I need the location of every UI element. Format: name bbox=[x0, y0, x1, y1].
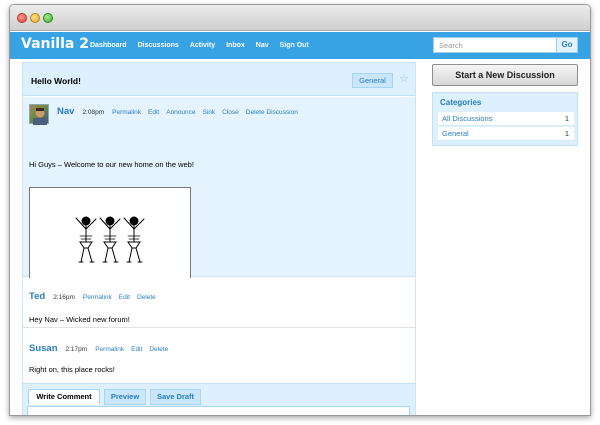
permalink-link[interactable]: Permalink bbox=[112, 109, 141, 116]
announce-link[interactable]: Announce bbox=[166, 109, 195, 116]
nav-dashboard[interactable]: Dashboard bbox=[90, 42, 127, 49]
delete-link[interactable]: Delete bbox=[149, 346, 168, 353]
post-body: Hi Guys – Welcome to our new home on the… bbox=[29, 160, 194, 169]
edit-link[interactable]: Edit bbox=[148, 109, 159, 116]
comment-time: 2:16pm bbox=[53, 294, 75, 301]
comment-item: Susan 2:17pm Permalink Edit Delete Right… bbox=[23, 329, 415, 381]
search-input[interactable]: Search bbox=[433, 37, 557, 53]
post-meta: Nav 2:08pm Permalink Edit Announce Sink … bbox=[57, 106, 305, 117]
main-nav: Dashboard Discussions Activity Inbox Nav… bbox=[90, 42, 320, 49]
window-titlebar bbox=[10, 5, 590, 31]
categories-box: Categories All Discussions 1 General 1 bbox=[432, 92, 578, 146]
comment-body: Right on, this place rocks! bbox=[29, 365, 115, 374]
edit-link[interactable]: Edit bbox=[119, 294, 130, 301]
nav-nav[interactable]: Nav bbox=[256, 42, 269, 49]
search-go-button[interactable]: Go bbox=[556, 37, 578, 53]
permalink-link[interactable]: Permalink bbox=[95, 346, 124, 353]
nav-inbox[interactable]: Inbox bbox=[226, 42, 245, 49]
sink-link[interactable]: Sink bbox=[203, 109, 216, 116]
category-name[interactable]: General bbox=[442, 127, 469, 141]
categories-heading: Categories bbox=[440, 98, 482, 107]
close-window-button[interactable] bbox=[17, 13, 27, 23]
site-logo[interactable]: Vanilla 2 bbox=[21, 36, 89, 52]
comment-item: Ted 2:16pm Permalink Edit Delete Hey Nav… bbox=[23, 278, 415, 328]
save-draft-button[interactable]: Save Draft bbox=[150, 389, 201, 405]
delete-link[interactable]: Delete bbox=[137, 294, 156, 301]
category-count: 1 bbox=[564, 129, 569, 138]
discussion-title: Hello World! bbox=[31, 76, 81, 86]
browser-window: Vanilla 2 Dashboard Discussions Activity… bbox=[9, 4, 591, 416]
category-item[interactable]: General 1 bbox=[438, 127, 574, 141]
comment-author[interactable]: Ted bbox=[29, 291, 45, 302]
top-navigation-bar: Vanilla 2 Dashboard Discussions Activity… bbox=[10, 32, 590, 59]
comment-author[interactable]: Susan bbox=[29, 343, 58, 354]
category-count: 1 bbox=[564, 114, 569, 123]
nav-discussions[interactable]: Discussions bbox=[138, 42, 179, 49]
tab-preview[interactable]: Preview bbox=[104, 389, 146, 405]
comment-form: Write Comment Preview Save Draft bbox=[23, 383, 415, 415]
post-time: 2:08pm bbox=[82, 109, 105, 116]
minimize-window-button[interactable] bbox=[30, 13, 40, 23]
comment-meta: Susan 2:17pm Permalink Edit Delete bbox=[29, 343, 175, 354]
category-name[interactable]: All Discussions bbox=[442, 112, 492, 126]
start-new-discussion-button[interactable]: Start a New Discussion bbox=[432, 64, 578, 86]
discussion-panel: Hello World! General ☆ Nav 2:08pm Permal… bbox=[22, 62, 416, 415]
category-item[interactable]: All Discussions 1 bbox=[438, 112, 574, 126]
discussion-header: Hello World! General ☆ bbox=[23, 63, 415, 96]
comment-time: 2:17pm bbox=[65, 346, 88, 353]
tab-write-comment[interactable]: Write Comment bbox=[28, 389, 100, 405]
edit-link[interactable]: Edit bbox=[131, 346, 142, 353]
nav-sign-out[interactable]: Sign Out bbox=[280, 42, 309, 49]
nav-activity[interactable]: Activity bbox=[190, 42, 215, 49]
comment-meta: Ted 2:16pm Permalink Edit Delete bbox=[29, 291, 163, 302]
category-badge[interactable]: General bbox=[352, 73, 393, 88]
close-link[interactable]: Close bbox=[222, 109, 239, 116]
zoom-window-button[interactable] bbox=[43, 13, 53, 23]
avatar[interactable] bbox=[29, 104, 49, 125]
comment-body: Hey Nav – Wicked new forum! bbox=[29, 315, 130, 324]
first-post: Nav 2:08pm Permalink Edit Announce Sink … bbox=[23, 97, 415, 302]
permalink-link[interactable]: Permalink bbox=[83, 294, 112, 301]
delete-discussion-link[interactable]: Delete Discussion bbox=[246, 109, 298, 116]
comment-textarea[interactable] bbox=[27, 406, 410, 415]
post-author[interactable]: Nav bbox=[57, 106, 74, 117]
bookmark-star-icon[interactable]: ☆ bbox=[399, 72, 409, 85]
